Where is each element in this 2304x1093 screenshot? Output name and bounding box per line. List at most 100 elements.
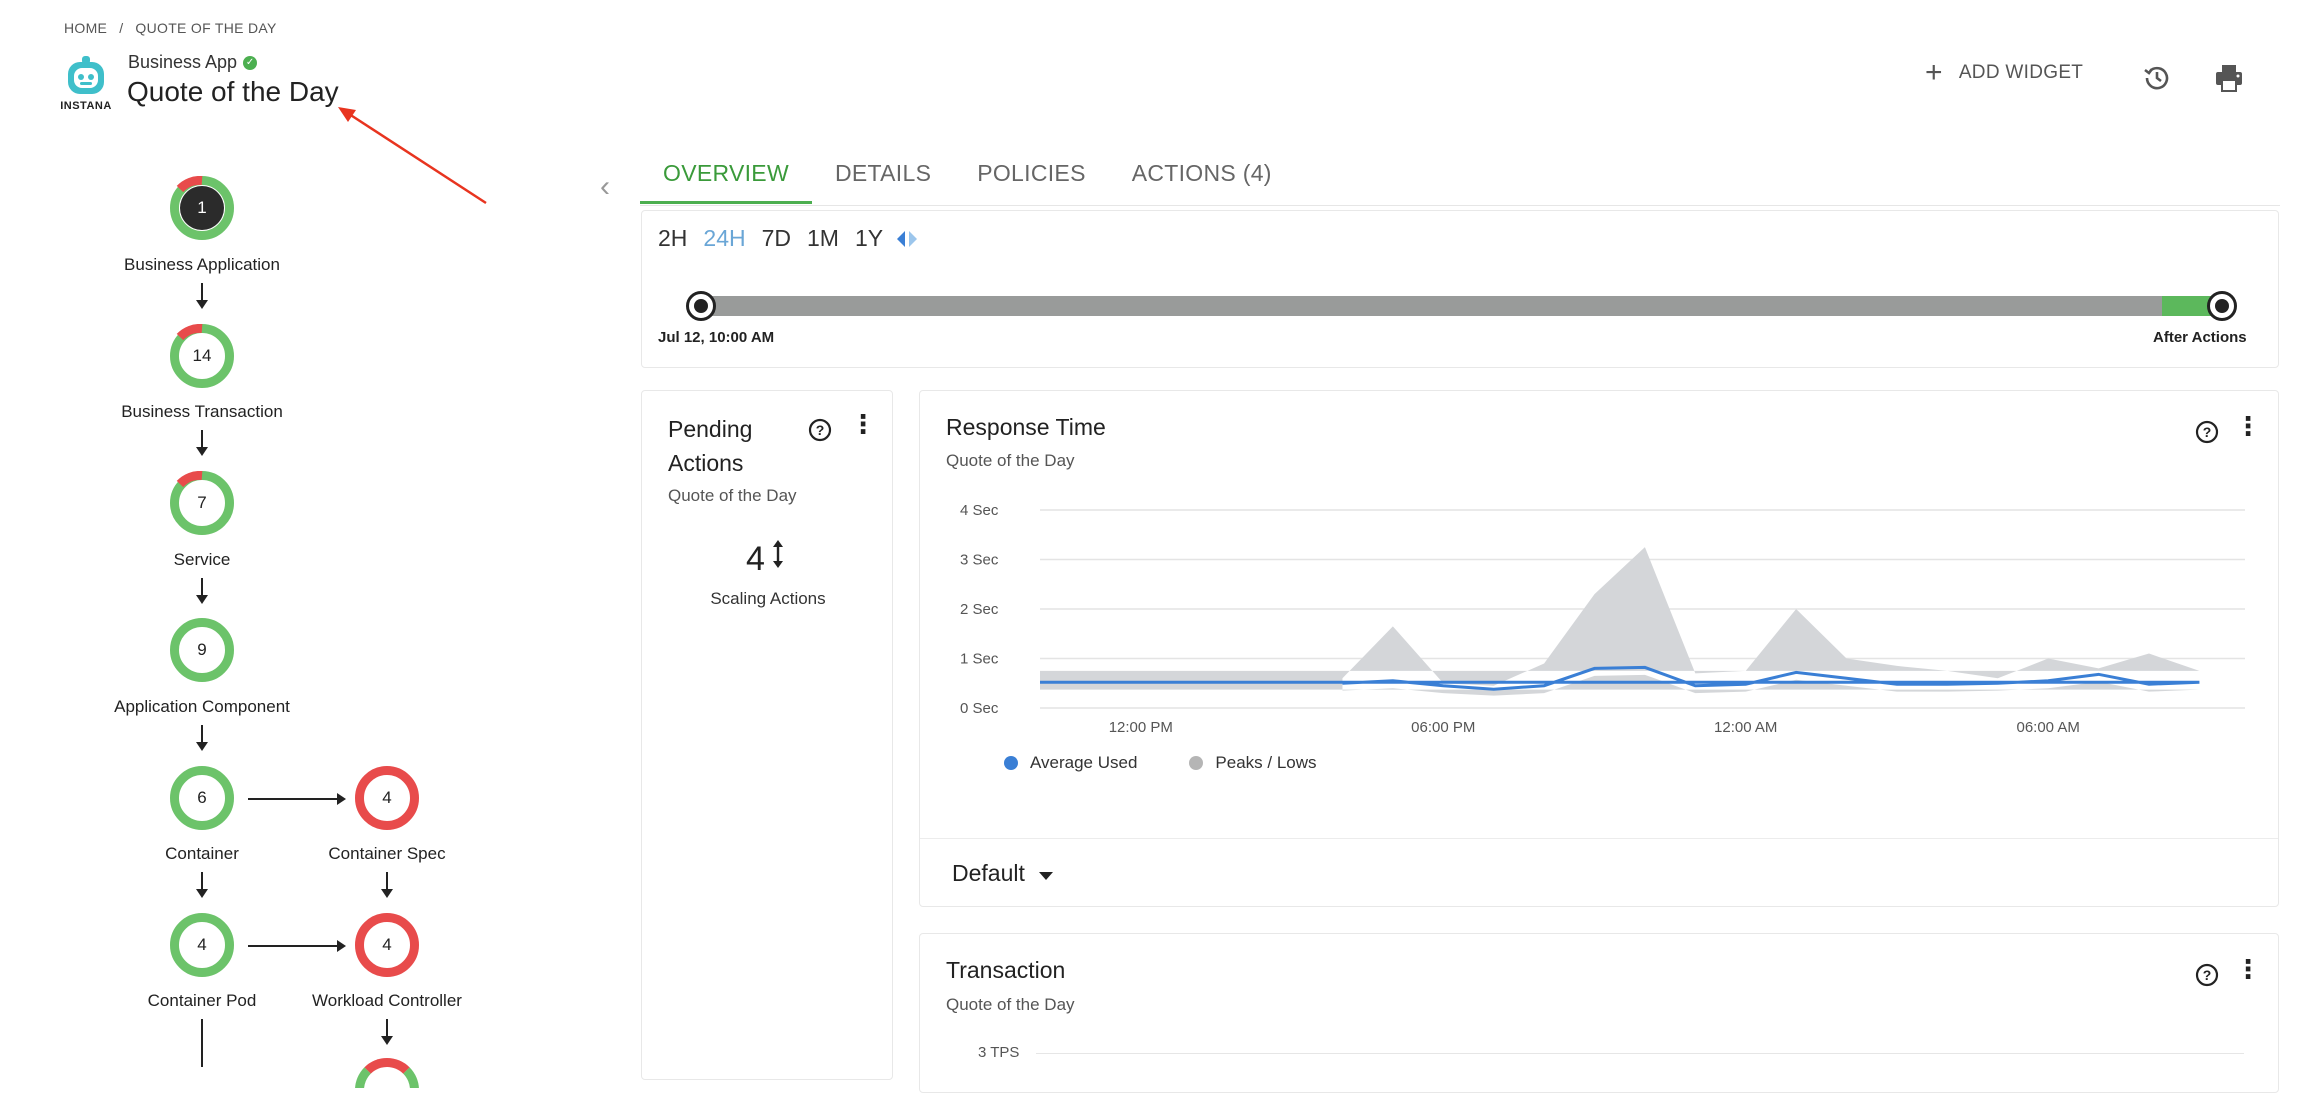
node-label: Service	[173, 550, 231, 569]
add-widget-button[interactable]: + ADD WIDGET	[1925, 56, 2084, 89]
timeline-start-handle[interactable]	[686, 291, 716, 321]
timeline-end-label: After Actions	[2153, 329, 2247, 346]
range-7d[interactable]: 7D	[762, 225, 791, 252]
help-icon[interactable]: ?	[2195, 963, 2219, 992]
plus-icon: +	[1925, 56, 1943, 89]
healthy-check-icon: ✓	[243, 55, 258, 70]
node-count: 4	[197, 935, 207, 954]
node-label: Container Spec	[328, 844, 446, 863]
node-application-component[interactable]: 9	[170, 618, 234, 682]
history-icon[interactable]	[2141, 62, 2173, 94]
tab-bar: OVERVIEW DETAILS POLICIES ACTIONS (4)	[640, 152, 1295, 204]
app-type-label: Business App	[128, 52, 238, 72]
node-count: 14	[192, 346, 212, 365]
more-options-icon[interactable]: ⋮	[2235, 413, 2261, 439]
more-options-icon[interactable]: ⋮	[850, 411, 876, 437]
add-widget-label: ADD WIDGET	[1958, 62, 2084, 83]
svg-text:?: ?	[816, 422, 825, 438]
card-divider	[920, 838, 2278, 839]
response-time-chart: 4 Sec 3 Sec 2 Sec 1 Sec 0 Sec 12:00 PM 06:00 P…	[960, 502, 2245, 736]
node-container[interactable]: 6	[170, 766, 234, 830]
flow-arrow	[381, 1019, 393, 1045]
collapse-panel-chevron-icon[interactable]: ‹	[600, 170, 610, 204]
response-time-subtitle: Quote of the Day	[946, 451, 1075, 470]
transaction-gridline	[1036, 1053, 2244, 1054]
x-tick-label: 06:00 AM	[2016, 719, 2079, 736]
range-1m[interactable]: 1M	[807, 225, 839, 252]
timeline-end-handle[interactable]	[2207, 291, 2237, 321]
app-type: Business App ✓	[128, 52, 258, 73]
range-24h[interactable]: 24H	[703, 225, 745, 252]
help-icon[interactable]: ?	[2195, 420, 2219, 449]
y-tick-label: 4 Sec	[960, 502, 999, 519]
node-container-spec[interactable]: 4	[355, 766, 419, 830]
node-business-transaction[interactable]: 14	[170, 324, 234, 388]
pending-actions-count: 4	[746, 540, 785, 579]
transaction-subtitle: Quote of the Day	[946, 995, 1075, 1014]
breadcrumb-separator: /	[119, 20, 124, 36]
page-title: Quote of the Day	[127, 76, 339, 107]
transaction-title: Transaction	[946, 957, 1066, 983]
flow-arrow	[196, 725, 208, 751]
range-1y[interactable]: 1Y	[855, 225, 883, 252]
flow-line	[201, 1019, 203, 1067]
annotation-arrow-icon	[338, 107, 487, 205]
caret-down-icon	[1038, 871, 1053, 880]
y-tick-label: 1 Sec	[960, 651, 999, 668]
breadcrumb: HOME / QUOTE OF THE DAY	[64, 20, 277, 36]
tab-actions[interactable]: ACTIONS (4)	[1109, 152, 1295, 204]
timeline-start-label: Jul 12, 10:00 AM	[658, 329, 775, 346]
chart-view-dropdown[interactable]: Default	[952, 860, 1053, 887]
tab-overview[interactable]: OVERVIEW	[640, 152, 812, 204]
flow-arrow	[196, 283, 208, 309]
logo-text: INSTANA	[60, 100, 112, 112]
legend-average-label: Average Used	[1030, 753, 1138, 772]
transaction-card	[919, 933, 2279, 1093]
node-container-pod[interactable]: 4	[170, 913, 234, 977]
flow-arrow	[248, 793, 346, 805]
node-count: 4	[382, 935, 392, 954]
time-range-selector: 2H 24H 7D 1M 1Y	[658, 225, 919, 252]
response-time-title: Response Time	[946, 414, 1106, 440]
node-business-application[interactable]: 1	[170, 176, 234, 240]
svg-text:?: ?	[2203, 967, 2212, 983]
flow-arrow	[196, 578, 208, 604]
peaks-lows-area	[1040, 547, 2200, 696]
tab-details[interactable]: DETAILS	[812, 152, 954, 204]
breadcrumb-current: QUOTE OF THE DAY	[135, 20, 277, 36]
range-step-arrows-icon[interactable]	[895, 229, 919, 249]
node-workload-controller[interactable]: 4	[355, 913, 419, 977]
timeline-track[interactable]	[700, 296, 2222, 316]
pending-actions-count-value: 4	[746, 540, 765, 578]
node-label: Business Transaction	[121, 402, 283, 421]
svg-text:?: ?	[2203, 424, 2212, 440]
y-tick-label: 2 Sec	[960, 601, 999, 618]
node-count: 4	[382, 788, 392, 807]
node-service[interactable]: 7	[170, 471, 234, 535]
breadcrumb-home[interactable]: HOME	[64, 20, 107, 36]
node-count: 6	[197, 788, 207, 807]
node-count: 9	[197, 640, 207, 659]
chart-view-value: Default	[952, 860, 1025, 886]
node-count: 1	[180, 186, 224, 230]
node-label: Workload Controller	[312, 991, 462, 1010]
tab-divider	[640, 205, 2280, 206]
tab-policies[interactable]: POLICIES	[954, 152, 1109, 204]
more-options-icon[interactable]: ⋮	[2235, 956, 2261, 982]
print-icon[interactable]	[2213, 62, 2245, 94]
help-icon[interactable]: ?	[808, 418, 832, 447]
flow-arrow	[248, 940, 346, 952]
pending-actions-title: Pending Actions	[668, 416, 753, 476]
pending-actions-count-label: Scaling Actions	[710, 589, 826, 608]
x-tick-label: 12:00 AM	[1714, 719, 1777, 736]
scale-arrows-icon	[772, 540, 783, 568]
legend-average-dot	[1004, 756, 1018, 770]
x-tick-label: 12:00 PM	[1109, 719, 1173, 736]
x-tick-label: 06:00 PM	[1411, 719, 1475, 736]
node-label: Business Application	[124, 255, 280, 274]
range-2h[interactable]: 2H	[658, 225, 687, 252]
flow-arrow	[196, 430, 208, 456]
node-partial	[355, 1058, 419, 1088]
y-tick-label: 0 Sec	[960, 700, 999, 717]
flow-arrow	[381, 872, 393, 898]
